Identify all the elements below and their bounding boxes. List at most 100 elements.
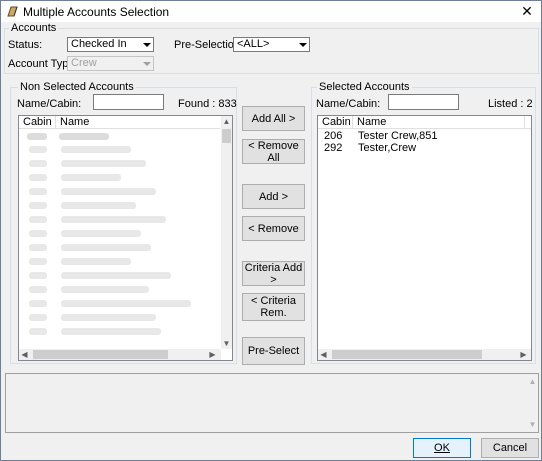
multiple-accounts-selection-window: Multiple Accounts Selection ✕ Accounts S… [0, 0, 542, 461]
non-selected-search-input[interactable] [93, 94, 164, 110]
cabin-cell: 292 [324, 142, 343, 154]
selected-legend: Selected Accounts [317, 81, 412, 93]
obscured-row [61, 146, 131, 153]
obscured-row [61, 202, 136, 209]
pre-select-button[interactable]: Pre-Select [242, 337, 305, 365]
add-all-label: Add All > [251, 112, 296, 125]
obscured-row [59, 133, 109, 140]
obscured-row [61, 328, 161, 335]
add-button[interactable]: Add > [242, 184, 305, 209]
obscured-row [61, 258, 131, 265]
obscured-row [61, 272, 171, 279]
preselection-select[interactable]: <ALL> [233, 37, 310, 52]
list-header: Cabin Name [318, 116, 531, 129]
account-type-select: Crew [67, 56, 154, 71]
account-type-value: Crew [71, 57, 97, 69]
remove-label: < Remove [248, 222, 299, 235]
obscured-row [61, 286, 149, 293]
obscured-row [29, 202, 47, 209]
name-cell: Tester,Crew [358, 142, 417, 154]
message-panel: ▲ ▼ [5, 373, 539, 433]
app-icon [7, 6, 18, 17]
scroll-up-icon[interactable]: ▲ [527, 376, 538, 387]
found-count: Found : 833 [178, 98, 237, 110]
cancel-label: Cancel [492, 442, 528, 454]
preselection-value: <ALL> [237, 38, 270, 50]
name-cell: Tester Crew,851 [358, 130, 438, 142]
obscured-row [29, 286, 47, 293]
ok-label: OK [434, 442, 450, 454]
selected-name-cabin-label: Name/Cabin: [316, 98, 381, 110]
scroll-right-icon[interactable]: ▶ [518, 349, 529, 360]
obscured-row [61, 188, 156, 195]
chevron-down-icon[interactable] [297, 39, 308, 50]
obscured-row [29, 272, 47, 279]
obscured-row [61, 244, 151, 251]
non-selected-accounts-list[interactable]: Cabin Name ▲ ▼ ◀ ▶ [18, 115, 233, 361]
criteria-remove-label-line2: Rem. [260, 307, 287, 319]
remove-all-label: < Remove All [248, 140, 299, 164]
scroll-up-icon[interactable]: ▲ [221, 116, 232, 127]
add-label: Add > [258, 190, 289, 203]
scroll-thumb[interactable] [33, 350, 168, 359]
non-selected-name-cabin-label: Name/Cabin: [17, 98, 82, 110]
horizontal-scrollbar[interactable]: ◀ ▶ [318, 349, 531, 360]
status-value: Checked In [71, 38, 127, 50]
add-all-button[interactable]: Add All > [242, 106, 305, 131]
obscured-row [29, 174, 47, 181]
obscured-row [29, 328, 47, 335]
window-title: Multiple Accounts Selection [23, 5, 170, 19]
obscured-row [29, 244, 47, 251]
non-selected-legend: Non Selected Accounts [18, 81, 136, 93]
obscured-row [61, 174, 121, 181]
obscured-row [29, 188, 47, 195]
obscured-row [61, 314, 156, 321]
column-header-cabin[interactable]: Cabin [318, 116, 353, 129]
scroll-down-icon[interactable]: ▼ [221, 338, 232, 349]
listed-count: Listed : 2 [488, 98, 533, 110]
scroll-left-icon[interactable]: ◀ [19, 349, 30, 360]
scroll-left-icon[interactable]: ◀ [318, 349, 329, 360]
selected-search-input[interactable] [388, 94, 459, 110]
obscured-row [61, 300, 191, 307]
horizontal-scrollbar[interactable]: ◀ ▶ [19, 349, 221, 360]
scroll-down-icon[interactable]: ▼ [527, 419, 538, 430]
table-row[interactable]: 206 Tester Crew,851 [318, 130, 531, 142]
ok-button[interactable]: OK [413, 438, 471, 458]
table-row[interactable]: 292 Tester,Crew [318, 142, 531, 154]
status-label: Status: [8, 39, 43, 51]
accounts-legend: Accounts [9, 22, 59, 34]
obscured-row [29, 216, 47, 223]
obscured-row [29, 160, 47, 167]
obscured-row [29, 146, 47, 153]
chevron-down-icon[interactable] [141, 39, 152, 50]
cabin-cell: 206 [324, 130, 343, 142]
obscured-row [61, 160, 146, 167]
obscured-row [29, 300, 47, 307]
obscured-row [61, 216, 166, 223]
status-select[interactable]: Checked In [67, 37, 154, 52]
criteria-add-button[interactable]: Criteria Add > [242, 261, 305, 286]
close-icon[interactable]: ✕ [519, 3, 535, 19]
pre-select-label: Pre-Select [247, 345, 300, 357]
obscured-row [29, 230, 47, 237]
remove-all-button[interactable]: < Remove All [242, 139, 305, 164]
list-header: Cabin Name [19, 116, 220, 129]
criteria-remove-button[interactable]: < Criteria Rem. [242, 293, 305, 321]
scroll-thumb[interactable] [332, 350, 482, 359]
title-bar: Multiple Accounts Selection ✕ [1, 1, 541, 22]
remove-button[interactable]: < Remove [242, 216, 305, 241]
criteria-remove-label-line1: < Criteria [251, 295, 296, 307]
vertical-scrollbar[interactable]: ▲ ▼ [221, 116, 232, 349]
column-header-cabin[interactable]: Cabin [19, 116, 56, 129]
column-header-name[interactable]: Name [353, 116, 525, 129]
obscured-row [61, 230, 141, 237]
scroll-thumb[interactable] [222, 129, 231, 143]
chevron-down-icon [141, 58, 152, 69]
scroll-right-icon[interactable]: ▶ [207, 349, 218, 360]
cancel-button[interactable]: Cancel [481, 438, 539, 458]
selected-accounts-list[interactable]: Cabin Name 206 Tester Crew,851 292 Teste… [317, 115, 532, 361]
vertical-scrollbar[interactable]: ▲ ▼ [527, 374, 538, 432]
column-header-name[interactable]: Name [56, 116, 220, 129]
obscured-row [27, 133, 47, 140]
